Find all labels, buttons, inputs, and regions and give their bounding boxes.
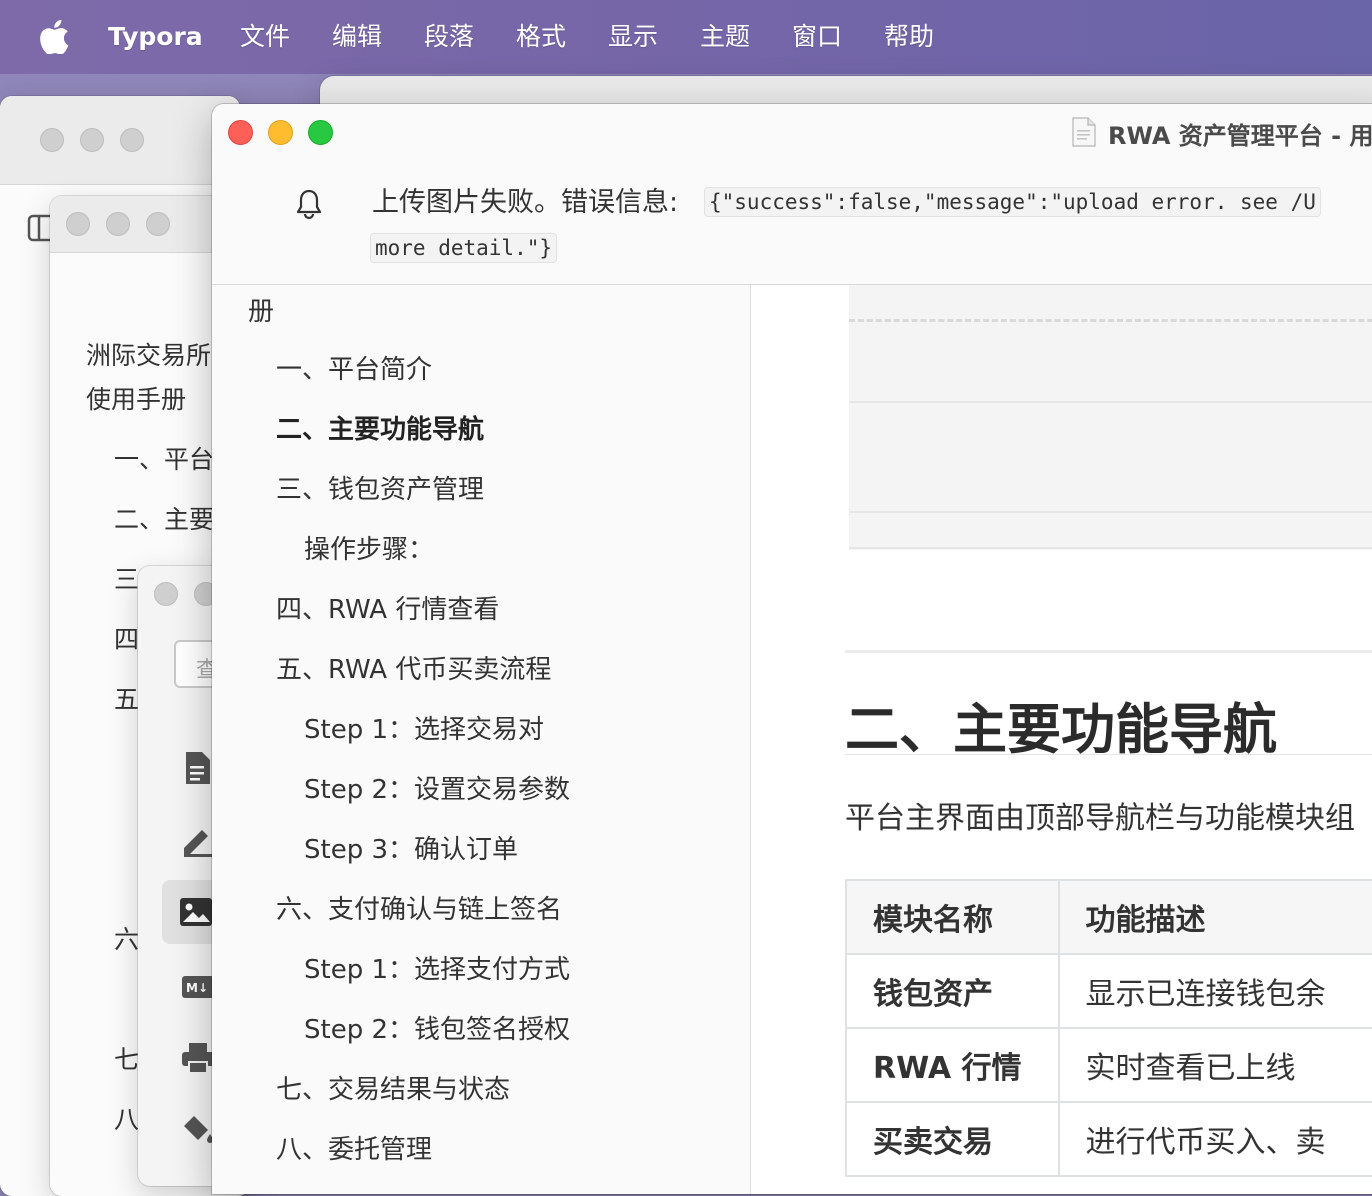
outline-item[interactable]: 四、RWA 行情查看 bbox=[276, 589, 499, 626]
menu-file[interactable]: 文件 bbox=[240, 18, 290, 56]
horizontal-rule bbox=[845, 650, 1372, 653]
zoom-button-inactive[interactable] bbox=[120, 128, 144, 152]
outline-item[interactable]: 七 bbox=[114, 1040, 139, 1076]
outline-subitem[interactable]: 操作步骤： bbox=[304, 529, 434, 566]
edit-icon[interactable] bbox=[180, 822, 216, 858]
table-header-cell[interactable]: 功能描述 bbox=[1057, 879, 1372, 955]
outline-item[interactable]: 六、支付确认与链上签名 bbox=[276, 889, 562, 926]
markdown-icon[interactable]: M↓ bbox=[180, 968, 216, 1004]
bell-icon bbox=[296, 189, 322, 220]
editor-content[interactable]: 二、主要功能导航 平台主界面由顶部导航栏与功能模块组 模块名称 功能描述 钱包资… bbox=[751, 285, 1372, 1194]
minimize-button[interactable] bbox=[268, 120, 293, 145]
svg-text:M↓: M↓ bbox=[186, 981, 208, 995]
outline-item[interactable]: 三、钱包资产管理 bbox=[276, 469, 484, 506]
outline-sidebar: 册 一、平台简介 二、主要功能导航 三、钱包资产管理 操作步骤： 四、RWA 行… bbox=[212, 285, 751, 1194]
document-icon[interactable] bbox=[180, 750, 216, 786]
upload-error-message: 上传图片失败。错误信息: bbox=[372, 187, 679, 218]
outline-subitem[interactable]: Step 2：设置交易参数 bbox=[304, 769, 570, 806]
typora-main-window[interactable]: RWA 资产管理平台 - 用 上传图片失败。错误信息: {"success":f… bbox=[212, 104, 1372, 1194]
image-row-divider bbox=[849, 547, 1372, 549]
zoom-button[interactable] bbox=[308, 120, 333, 145]
error-code-line-1: {"success":false,"message":"upload error… bbox=[704, 187, 1321, 217]
table-cell[interactable]: 买卖交易 bbox=[845, 1101, 1060, 1177]
menu-help[interactable]: 帮助 bbox=[884, 18, 934, 56]
menu-window[interactable]: 窗口 bbox=[792, 18, 842, 56]
menu-format[interactable]: 格式 bbox=[516, 18, 566, 56]
outline-item[interactable]: 六 bbox=[114, 920, 139, 956]
menu-view[interactable]: 显示 bbox=[608, 18, 658, 56]
apple-logo-icon[interactable] bbox=[38, 20, 70, 54]
outline-item[interactable]: 二、主要 bbox=[114, 500, 214, 536]
outline-title-fragment[interactable]: 册 bbox=[248, 291, 274, 328]
outline-item[interactable]: 洲际交易所 bbox=[86, 336, 211, 372]
outline-item[interactable]: 一、平台简介 bbox=[276, 349, 432, 386]
outline-item[interactable]: 八 bbox=[114, 1100, 139, 1136]
table-cell[interactable]: 显示已连接钱包余 bbox=[1057, 953, 1372, 1029]
outline-item[interactable]: 七、交易结果与状态 bbox=[276, 1069, 510, 1106]
table-row: 钱包资产 显示已连接钱包余 bbox=[845, 953, 1372, 1029]
close-button-inactive[interactable] bbox=[66, 212, 90, 236]
image-row-divider bbox=[849, 401, 1372, 403]
outline-item[interactable]: 一、平台 bbox=[114, 440, 214, 476]
menu-app-name[interactable]: Typora bbox=[108, 18, 203, 56]
menu-paragraph[interactable]: 段落 bbox=[424, 18, 474, 56]
table-cell[interactable]: 进行代币买入、卖 bbox=[1057, 1101, 1372, 1177]
outline-item[interactable]: 使用手册 bbox=[86, 380, 186, 416]
print-icon[interactable] bbox=[180, 1040, 216, 1076]
close-button[interactable] bbox=[228, 120, 253, 145]
image-icon[interactable] bbox=[178, 894, 214, 930]
menu-theme[interactable]: 主题 bbox=[700, 18, 750, 56]
outline-item-active[interactable]: 二、主要功能导航 bbox=[276, 409, 484, 446]
outline-item[interactable]: 五、RWA 代币买卖流程 bbox=[276, 649, 551, 686]
table-row: 买卖交易 进行代币买入、卖 bbox=[845, 1101, 1372, 1177]
menu-bar: Typora 文件 编辑 段落 格式 显示 主题 窗口 帮助 bbox=[0, 0, 1372, 74]
document-file-icon bbox=[1072, 117, 1096, 147]
section-heading[interactable]: 二、主要功能导航 bbox=[845, 685, 1277, 764]
section-paragraph[interactable]: 平台主界面由顶部导航栏与功能模块组 bbox=[845, 793, 1355, 837]
table-cell[interactable]: RWA 行情 bbox=[845, 1027, 1060, 1103]
error-code-line-2: more detail."} bbox=[370, 233, 558, 263]
outline-subitem[interactable]: Step 2：钱包签名授权 bbox=[304, 1009, 570, 1046]
image-dashed-line bbox=[849, 319, 1372, 322]
paint-bucket-icon[interactable] bbox=[180, 1112, 216, 1148]
window-title: RWA 资产管理平台 - 用 bbox=[1108, 122, 1372, 150]
outline-subitem[interactable]: Step 3：确认订单 bbox=[304, 829, 518, 866]
outline-subitem[interactable]: Step 1：选择交易对 bbox=[304, 709, 544, 746]
zoom-button-inactive[interactable] bbox=[146, 212, 170, 236]
window-titlebar: RWA 资产管理平台 - 用 上传图片失败。错误信息: {"success":f… bbox=[212, 104, 1372, 285]
menu-edit[interactable]: 编辑 bbox=[332, 18, 382, 56]
minimize-button-inactive[interactable] bbox=[106, 212, 130, 236]
table-cell[interactable]: 实时查看已上线 bbox=[1057, 1027, 1372, 1103]
table-row: RWA 行情 实时查看已上线 bbox=[845, 1027, 1372, 1103]
module-table[interactable]: 模块名称 功能描述 钱包资产 显示已连接钱包余 RWA 行情 实时查看已上线 买… bbox=[845, 879, 1372, 1177]
outline-item[interactable]: 五 bbox=[114, 680, 139, 716]
table-header-row: 模块名称 功能描述 bbox=[845, 879, 1372, 955]
close-button-inactive[interactable] bbox=[154, 582, 178, 606]
outline-subitem[interactable]: Step 1：选择支付方式 bbox=[304, 949, 570, 986]
minimize-button-inactive[interactable] bbox=[80, 128, 104, 152]
outline-item[interactable]: 八、委托管理 bbox=[276, 1129, 432, 1166]
close-button-inactive[interactable] bbox=[40, 128, 64, 152]
outline-item[interactable]: 四 bbox=[114, 620, 139, 656]
table-header-cell[interactable]: 模块名称 bbox=[845, 879, 1060, 955]
heading-underline bbox=[845, 754, 1372, 755]
image-row-divider bbox=[849, 511, 1372, 513]
table-cell[interactable]: 钱包资产 bbox=[845, 953, 1060, 1029]
